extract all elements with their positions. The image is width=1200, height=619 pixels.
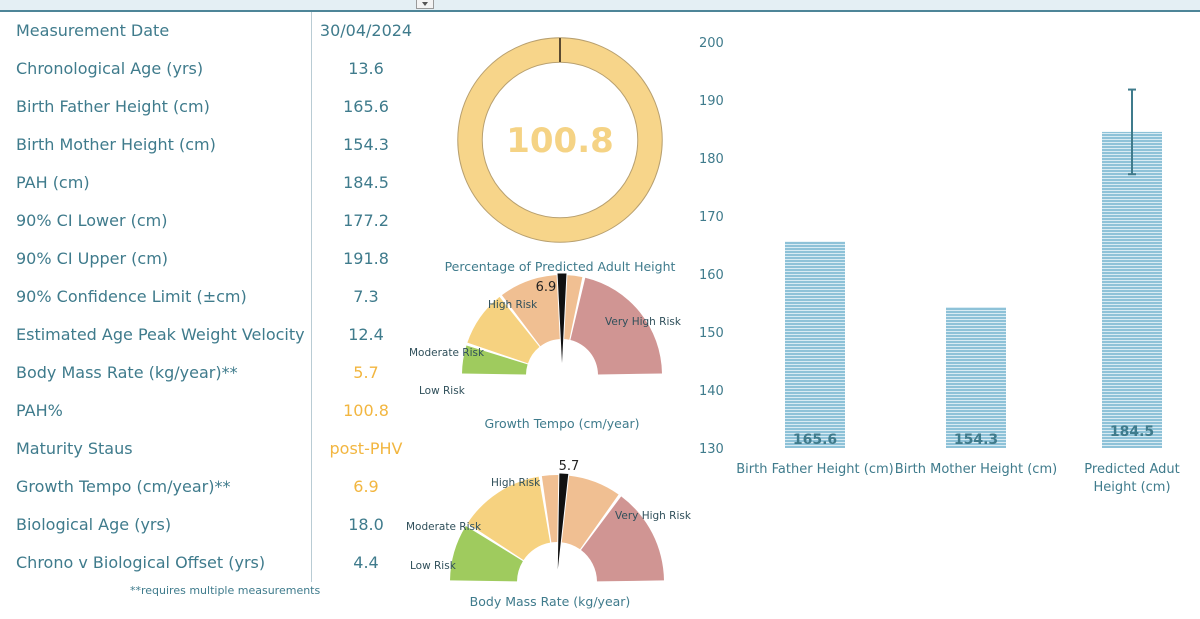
gauge-risk-label: Very High Risk (615, 510, 692, 522)
gauge-risk-label: High Risk (491, 477, 541, 489)
metric-row: Estimated Age Peak Weight Velocity 12.4 (0, 317, 420, 355)
metric-value: 154.3 (343, 135, 389, 154)
bar-value-label: 165.6 (793, 432, 837, 448)
growth-tempo-title: Growth Tempo (cm/year) (484, 416, 640, 431)
metric-value: 191.8 (343, 249, 389, 268)
metric-row: PAH% 100.8 (0, 393, 420, 431)
metric-label: Birth Mother Height (cm) (16, 135, 216, 154)
y-tick-label: 170 (699, 210, 724, 225)
metric-label: PAH (cm) (16, 173, 90, 192)
metric-label: 90% CI Upper (cm) (16, 249, 169, 268)
metric-label: Growth Tempo (cm/year)** (16, 477, 231, 496)
y-tick-label: 140 (699, 384, 724, 399)
metric-row: Birth Mother Height (cm) 154.3 (0, 127, 420, 165)
metric-value: 165.6 (343, 97, 389, 116)
metric-value: 184.5 (343, 173, 389, 192)
bar (1102, 131, 1162, 448)
gauge-risk-label: Moderate Risk (409, 347, 485, 359)
gauge-value-label: 6.9 (536, 280, 557, 295)
metric-row: 90% CI Upper (cm) 191.8 (0, 241, 420, 279)
gauge-risk-label: Very High Risk (605, 316, 682, 328)
growth-tempo-gauge-svg: 6.9 Low Risk Moderate Risk High Risk Very Hi… (409, 272, 682, 397)
metric-row: Growth Tempo (cm/year)** 6.9 (0, 469, 420, 507)
gauge-risk-label: High Risk (488, 299, 538, 311)
metrics-table: Measurement Date 30/04/2024 Chronological … (0, 13, 420, 583)
chevron-down-icon (422, 2, 428, 6)
metric-label: Birth Father Height (cm) (16, 97, 210, 116)
metric-row: 90% CI Lower (cm) 177.2 (0, 203, 420, 241)
bar (946, 307, 1006, 448)
top-toolbar (0, 0, 1200, 12)
gauge-value-label: 5.7 (559, 459, 580, 474)
metric-label: 90% Confidence Limit (±cm) (16, 287, 247, 306)
metric-value: 30/04/2024 (319, 21, 413, 40)
pah-percentage-donut: 100.8 (440, 18, 680, 278)
metric-row: Chrono v Biological Offset (yrs) 4.4 (0, 545, 420, 583)
y-tick-label: 130 (699, 442, 724, 457)
y-tick-label: 180 (699, 152, 724, 167)
bar-value-label: 184.5 (1110, 424, 1154, 440)
x-category-label: Birth Mother Height (cm) (895, 462, 1057, 477)
metric-row: Measurement Date 30/04/2024 (0, 13, 420, 51)
footnote: **requires multiple measurements (130, 584, 321, 597)
body-mass-rate-title: Body Mass Rate (kg/year) (469, 594, 631, 609)
gauge-risk-label: Low Risk (410, 560, 457, 572)
body-mass-rate-gauge: 5.7 Low Risk Moderate Risk High Risk Very Hi… (400, 455, 700, 595)
bar (785, 241, 845, 448)
growth-tempo-gauge: 6.9 Low Risk Moderate Risk High Risk Very Hi… (400, 272, 690, 428)
metric-label: Chrono v Biological Offset (yrs) (16, 553, 266, 572)
x-category-label: Height (cm) (1093, 480, 1170, 495)
metric-value: 177.2 (343, 211, 389, 230)
y-tick-label: 160 (699, 268, 724, 283)
donut-chart: 100.8 (457, 37, 663, 243)
metric-row: Chronological Age (yrs) 13.6 (0, 51, 420, 89)
metric-label: PAH% (16, 401, 63, 420)
x-category-label: Predicted Adut (1084, 462, 1179, 477)
y-tick-label: 200 (699, 36, 724, 51)
height-bar-chart: 130 140 150 160 170 180 190 200 165.6 Birth Fathe… (690, 20, 1200, 615)
height-bar-chart-svg: 130 140 150 160 170 180 190 200 165.6 Birth Fathe… (699, 36, 1180, 495)
dropdown-button[interactable] (416, 0, 434, 9)
metric-row: Body Mass Rate (kg/year)** 5.7 (0, 355, 420, 393)
gauge-risk-label: Moderate Risk (406, 521, 482, 533)
metric-label: Measurement Date (16, 21, 170, 40)
bar-value-label: 154.3 (954, 432, 998, 448)
metric-label: Maturity Staus (16, 439, 133, 458)
metric-label: Body Mass Rate (kg/year)** (16, 363, 238, 382)
metric-row: Biological Age (yrs) 18.0 (0, 507, 420, 545)
metric-label: 90% CI Lower (cm) (16, 211, 168, 230)
metric-label: Biological Age (yrs) (16, 515, 172, 534)
x-category-label: Birth Father Height (cm) (736, 462, 893, 477)
donut-title: Percentage of Predicted Adult Height (444, 259, 676, 274)
metric-label: Chronological Age (yrs) (16, 59, 204, 78)
donut-center-value: 100.8 (506, 121, 614, 161)
body-mass-rate-gauge-svg: 5.7 Low Risk Moderate Risk High Risk Very Hi… (406, 459, 692, 582)
gauge-risk-label: Low Risk (419, 385, 466, 397)
metric-label: Estimated Age Peak Weight Velocity (16, 325, 305, 344)
metric-row: Birth Father Height (cm) 165.6 (0, 89, 420, 127)
metric-value: 13.6 (348, 59, 384, 78)
metric-row: PAH (cm) 184.5 (0, 165, 420, 203)
y-tick-label: 150 (699, 326, 724, 341)
metric-row: 90% Confidence Limit (±cm) 7.3 (0, 279, 420, 317)
y-tick-label: 190 (699, 94, 724, 109)
metric-row: Maturity Staus post-PHV (0, 431, 420, 469)
